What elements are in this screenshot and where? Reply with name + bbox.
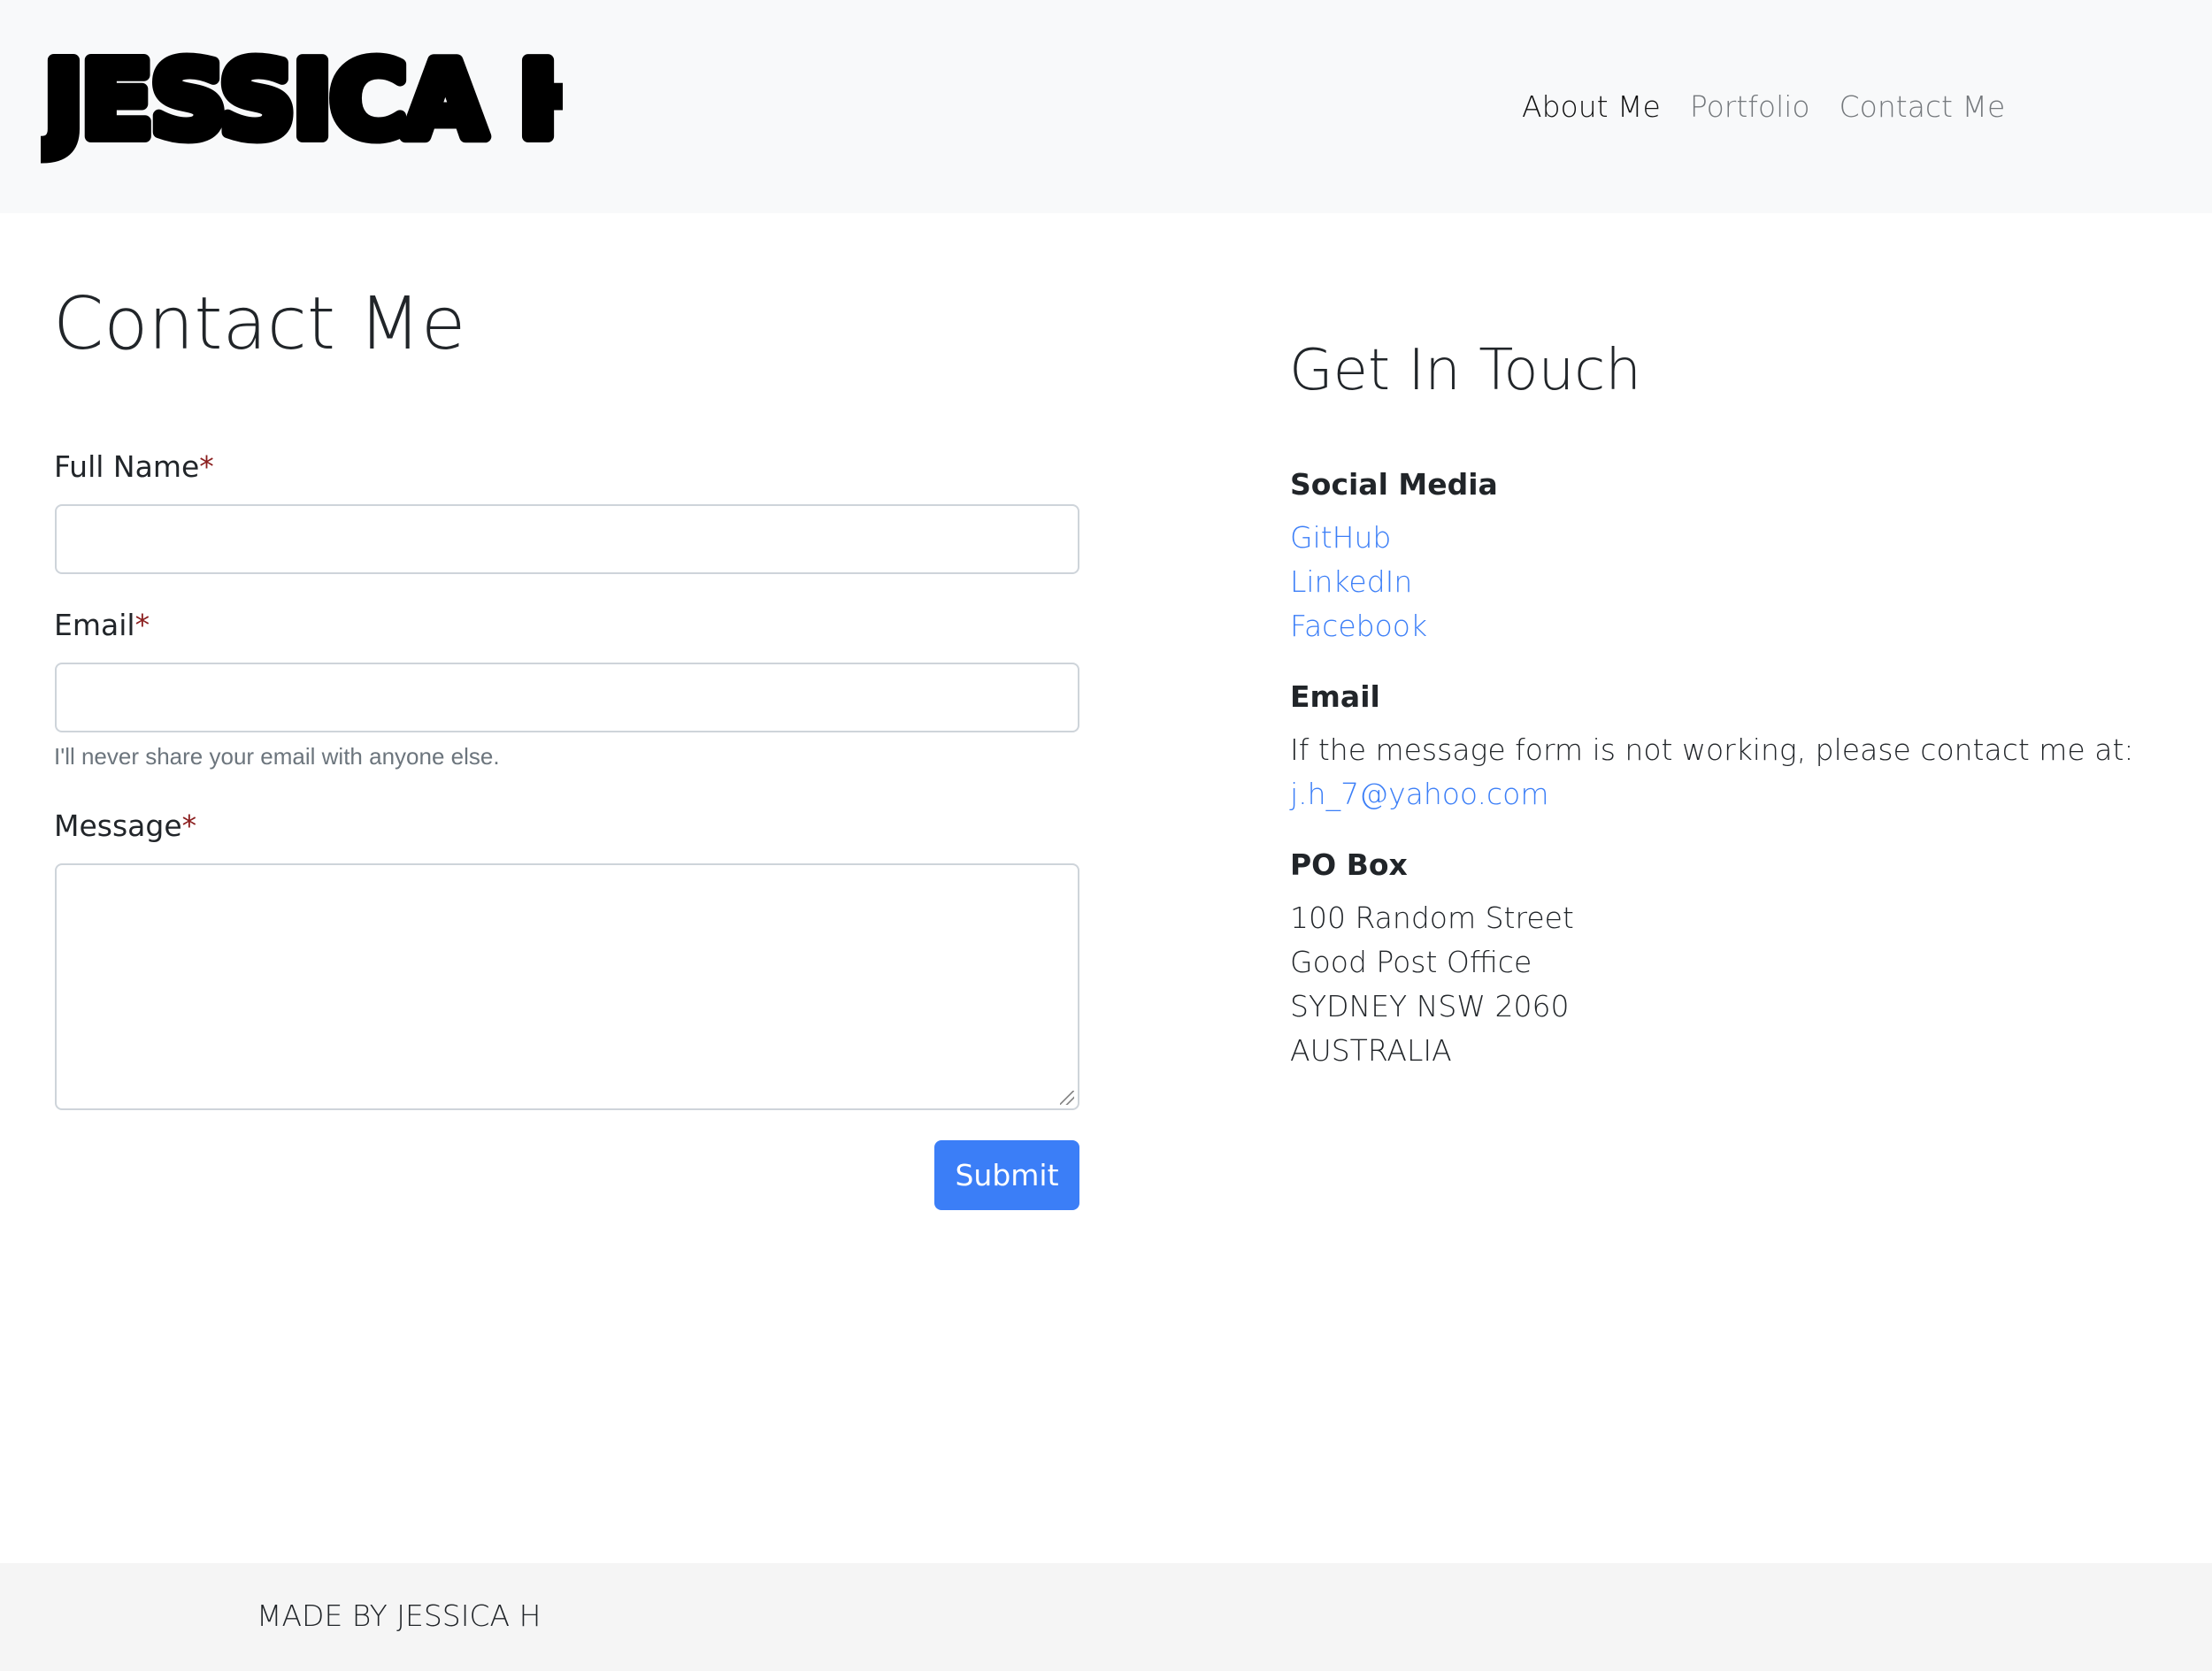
page: JESSICA H About Me Portfolio Contact Me … — [0, 0, 2212, 1671]
email-fallback-text: If the message form is not working, plea… — [1290, 732, 2134, 767]
message-label: Message* — [54, 809, 196, 843]
address-line: Good Post Office — [1290, 945, 1532, 979]
email-heading: Email — [1290, 679, 1380, 714]
full-name-input[interactable] — [55, 504, 1079, 574]
resize-handle-icon[interactable] — [1060, 1091, 1074, 1105]
brand-logo[interactable]: JESSICA H — [41, 23, 563, 165]
github-link[interactable]: GitHub — [1290, 520, 1391, 555]
submit-button[interactable]: Submit — [934, 1140, 1079, 1210]
required-marker: * — [134, 608, 150, 642]
nav-contact-me[interactable]: Contact Me — [1839, 89, 2006, 124]
required-marker: * — [181, 809, 197, 843]
footer: MADE BY JESSICA H — [0, 1563, 2212, 1671]
brand-logo-text: JESSICA H — [41, 39, 563, 161]
page-title: Contact Me — [53, 282, 466, 366]
email-input[interactable] — [55, 663, 1079, 732]
email-address-link[interactable]: j.h_7@yahoo.com — [1290, 777, 1549, 811]
get-in-touch-title: Get In Touch — [1289, 338, 1641, 403]
full-name-label-text: Full Name — [54, 449, 200, 484]
social-media-heading: Social Media — [1290, 467, 1498, 502]
address-line: SYDNEY NSW 2060 — [1290, 989, 1570, 1023]
main-nav: About Me Portfolio Contact Me — [1522, 83, 2034, 129]
address-line: AUSTRALIA — [1290, 1033, 1452, 1068]
email-help-text: I'll never share your email with anyone … — [54, 743, 500, 770]
facebook-link[interactable]: Facebook — [1290, 609, 1427, 643]
email-label: Email* — [54, 608, 150, 642]
full-name-label: Full Name* — [54, 449, 214, 484]
nav-portfolio[interactable]: Portfolio — [1690, 89, 1810, 124]
footer-credit: MADE BY JESSICA H — [257, 1598, 541, 1633]
email-label-text: Email — [54, 608, 135, 642]
message-textarea[interactable] — [55, 863, 1079, 1110]
po-box-heading: PO Box — [1290, 847, 1408, 882]
linkedin-link[interactable]: LinkedIn — [1290, 564, 1412, 599]
address-line: 100 Random Street — [1290, 901, 1574, 935]
message-label-text: Message — [54, 809, 182, 843]
navbar: JESSICA H About Me Portfolio Contact Me — [0, 0, 2212, 213]
required-marker: * — [199, 449, 214, 484]
nav-about-me[interactable]: About Me — [1522, 89, 1661, 124]
